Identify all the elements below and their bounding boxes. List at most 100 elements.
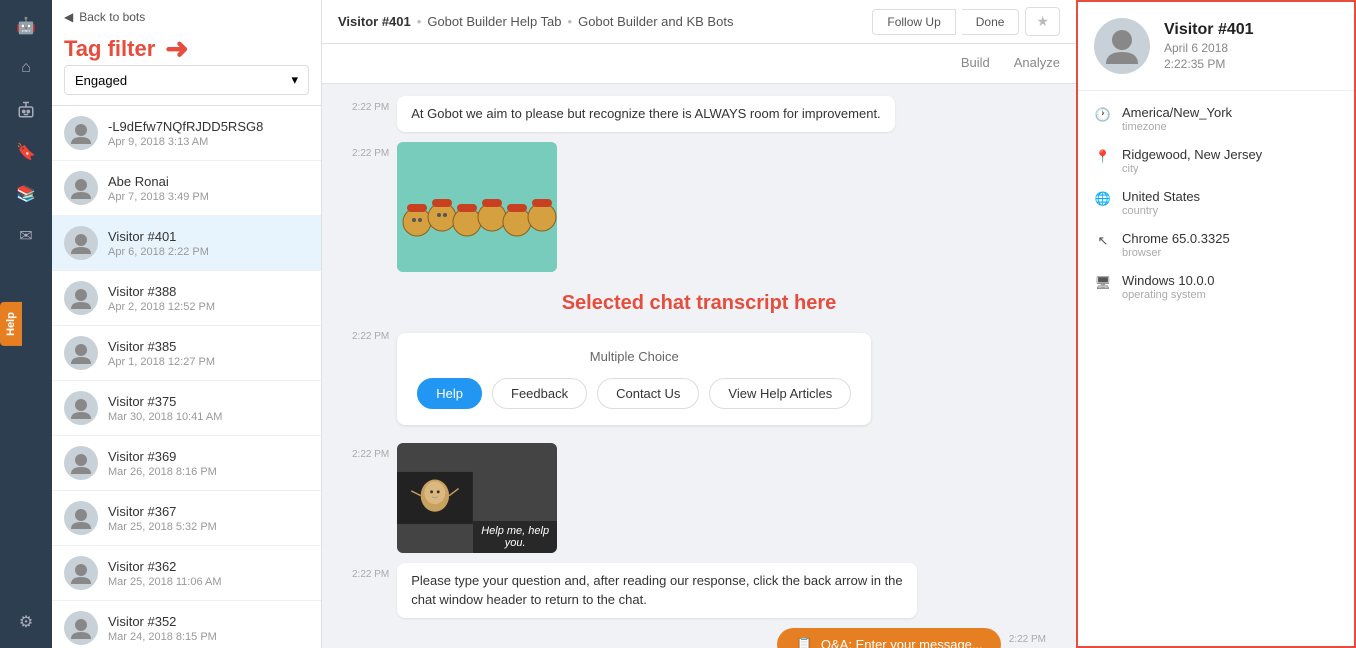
avatar [64,336,98,370]
settings-icon[interactable]: ⚙ [8,604,44,640]
message-bubble: At Gobot we aim to please but recognize … [397,96,894,132]
profile-header: Visitor #401 April 6 2018 2:22:35 PM [1078,2,1354,91]
visitor-name: Visitor #362 [108,559,309,574]
mc-btn-help[interactable]: Help [417,378,482,409]
chat-image [397,142,557,272]
browser-label: browser [1122,247,1338,259]
star-button[interactable]: ★ [1025,7,1060,36]
visitor-date: Mar 25, 2018 5:32 PM [108,521,309,533]
breadcrumb: Visitor #401 • Gobot Builder Help Tab • … [338,14,864,29]
visitor-date: Mar 25, 2018 11:06 AM [108,576,309,588]
mail-icon[interactable]: ✉ [8,218,44,254]
avatar [64,391,98,425]
timezone-label: timezone [1122,121,1338,133]
mc-title: Multiple Choice [417,349,851,364]
left-navigation: 🤖 ⌂ 🔖 📚 ✉ ⚙ Help [0,0,52,648]
visitor-info: Abe Ronai Apr 7, 2018 3:49 PM [108,174,309,203]
header-action-buttons: Follow Up Done ★ [872,7,1060,36]
breadcrumb-bot: Gobot Builder and KB Bots [578,14,733,29]
tag-filter-dropdown[interactable]: Engaged ▾ [64,65,309,95]
visitor-item[interactable]: Visitor #401 Apr 6, 2018 2:22 PM [52,216,321,271]
tag-filter-arrow-icon: ➜ [165,32,188,65]
tab-build[interactable]: Build [961,55,990,72]
qa-input-bubble[interactable]: 📋 Q&A: Enter your message... [777,628,1000,648]
avatar [64,226,98,260]
message-time: 2:22 PM [1009,634,1046,645]
browser-value: Chrome 65.0.3325 [1122,231,1338,246]
transcript-annotation: Selected chat transcript here [352,292,1046,315]
visitor-item[interactable]: Visitor #369 Mar 26, 2018 8:16 PM [52,436,321,491]
mc-btn-view-articles[interactable]: View Help Articles [709,378,851,409]
help-tab[interactable]: Help [0,302,22,346]
profile-date: April 6 2018 [1164,41,1254,55]
bookmark-icon[interactable]: 🔖 [8,134,44,170]
top-tabs: Build Analyze [322,44,1076,84]
visitor-item[interactable]: Visitor #362 Mar 25, 2018 11:06 AM [52,546,321,601]
message-time: 2:22 PM [352,331,389,342]
bot-icon[interactable] [8,92,44,128]
visitor-item[interactable]: Visitor #385 Apr 1, 2018 12:27 PM [52,326,321,381]
mc-btn-feedback[interactable]: Feedback [492,378,587,409]
profile-time: 2:22:35 PM [1164,57,1254,71]
visitor-name: Visitor #388 [108,284,309,299]
profile-details: 🕐 America/New_York timezone 📍 Ridgewood,… [1078,91,1354,315]
visitor-date: Apr 7, 2018 3:49 PM [108,191,309,203]
profile-name: Visitor #401 [1164,21,1254,39]
visitor-item[interactable]: Visitor #352 Mar 24, 2018 8:15 PM [52,601,321,648]
country-value: United States [1122,189,1338,204]
visitor-date: Apr 9, 2018 3:13 AM [108,136,309,148]
back-to-bots-button[interactable]: ◀ Back to bots [64,10,309,24]
follow-up-button[interactable]: Follow Up [872,9,955,35]
message-row: 📋 Q&A: Enter your message... 2:22 PM [352,628,1046,648]
clock-icon: 🕐 [1094,106,1112,124]
profile-info: Visitor #401 April 6 2018 2:22:35 PM [1164,21,1254,71]
avatar [64,611,98,645]
tab-analyze[interactable]: Analyze [1014,55,1060,72]
done-button[interactable]: Done [962,9,1020,35]
visitor-item[interactable]: Visitor #388 Apr 2, 2018 12:52 PM [52,271,321,326]
message-bubble: Please type your question and, after rea… [397,563,917,618]
visitor-date: Mar 30, 2018 10:41 AM [108,411,309,423]
visitor-info: -L9dEfw7NQfRJDD5RSG8 Apr 9, 2018 3:13 AM [108,119,309,148]
visitor-item[interactable]: Visitor #375 Mar 30, 2018 10:41 AM [52,381,321,436]
mc-btn-contact-us[interactable]: Contact Us [597,378,699,409]
visitor-sidebar: ◀ Back to bots Tag filter ➜ Engaged ▾ -L… [52,0,322,648]
mc-buttons: Help Feedback Contact Us View Help Artic… [417,378,851,409]
profile-avatar [1094,18,1150,74]
visitor-item[interactable]: Visitor #367 Mar 25, 2018 5:32 PM [52,491,321,546]
message-row: 2:22 PM Please type your question and, a… [352,563,1046,618]
visitor-item[interactable]: -L9dEfw7NQfRJDD5RSG8 Apr 9, 2018 3:13 AM [52,106,321,161]
visitor-name: Visitor #401 [108,229,309,244]
visitor-name: Abe Ronai [108,174,309,189]
multiple-choice-card: Multiple Choice Help Feedback Contact Us… [397,333,871,425]
sidebar-header: ◀ Back to bots Tag filter ➜ Engaged ▾ [52,0,321,106]
visitor-date: Mar 26, 2018 8:16 PM [108,466,309,478]
robot-icon[interactable]: 🤖 [8,8,44,44]
timezone-value: America/New_York [1122,105,1338,120]
home-icon[interactable]: ⌂ [8,50,44,86]
visitor-name: -L9dEfw7NQfRJDD5RSG8 [108,119,309,134]
avatar [64,171,98,205]
visitor-info: Visitor #369 Mar 26, 2018 8:16 PM [108,449,309,478]
visitor-name: Visitor #352 [108,614,309,629]
visitor-date: Apr 6, 2018 2:22 PM [108,246,309,258]
visitor-name: Visitor #367 [108,504,309,519]
visitor-name: Visitor #369 [108,449,309,464]
message-row: 2:22 PM Multiple Choice Help Feedback Co… [352,325,1046,433]
visitor-info: Visitor #362 Mar 25, 2018 11:06 AM [108,559,309,588]
country-row: 🌐 United States country [1094,189,1338,217]
message-time: 2:22 PM [352,148,389,159]
message-time: 2:22 PM [352,102,389,113]
visitor-date: Mar 24, 2018 8:15 PM [108,631,309,643]
breadcrumb-tab: Gobot Builder Help Tab [427,14,561,29]
visitor-info: Visitor #401 Apr 6, 2018 2:22 PM [108,229,309,258]
breadcrumb-sep1: • [417,14,422,29]
visitor-item[interactable]: Abe Ronai Apr 7, 2018 3:49 PM [52,161,321,216]
dropdown-chevron-icon: ▾ [291,72,298,88]
message-time: 2:22 PM [352,449,389,460]
visitor-name: Visitor #385 [108,339,309,354]
gif-image: Help me, help you. [397,443,557,553]
avatar [64,116,98,150]
book-icon[interactable]: 📚 [8,176,44,212]
cursor-icon: ↖ [1094,232,1112,250]
